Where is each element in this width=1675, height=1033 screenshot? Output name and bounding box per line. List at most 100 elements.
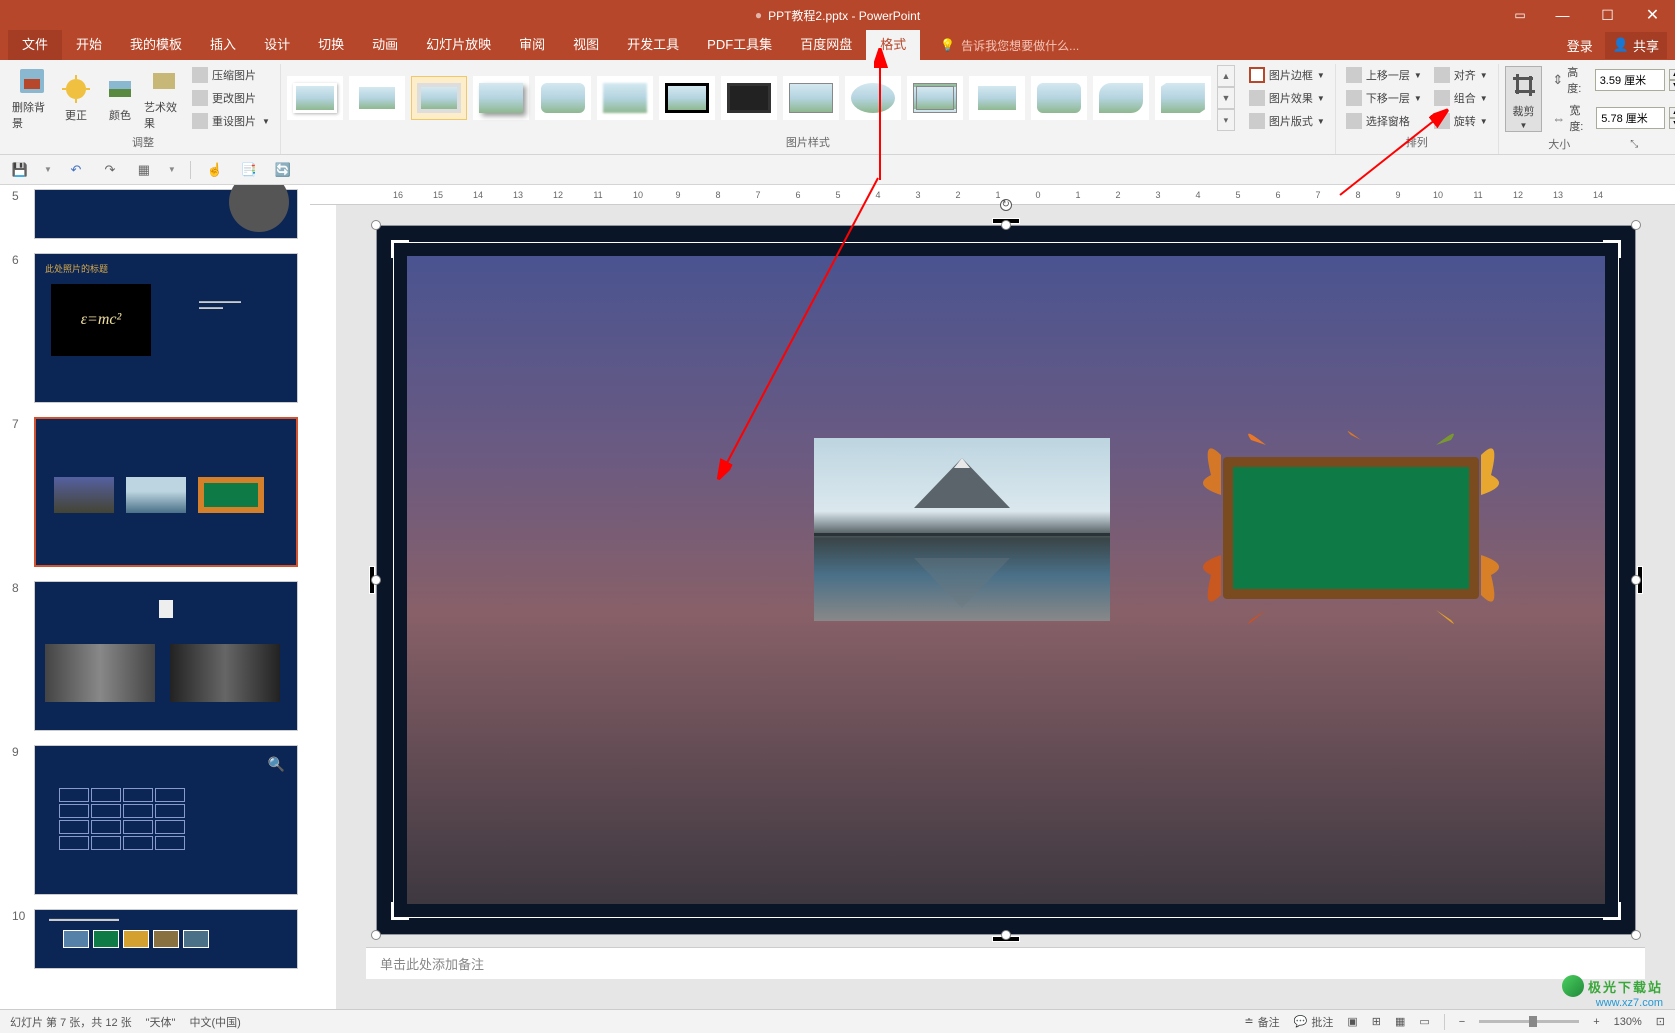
- resize-handle-tr[interactable]: [1631, 220, 1641, 230]
- reset-picture-button[interactable]: 重设图片▼: [188, 111, 274, 132]
- notes-pane[interactable]: 单击此处添加备注: [366, 947, 1645, 979]
- tab-slideshow[interactable]: 幻灯片放映: [412, 30, 505, 60]
- compress-pictures-button[interactable]: 压缩图片: [188, 65, 274, 86]
- tab-mytemplate[interactable]: 我的模板: [116, 30, 196, 60]
- tab-file[interactable]: 文件: [8, 30, 62, 60]
- tab-review[interactable]: 审阅: [505, 30, 559, 60]
- resize-handle-t[interactable]: [1001, 220, 1011, 230]
- start-from-beginning-button[interactable]: ▦: [134, 160, 154, 180]
- picture-styles-gallery[interactable]: ▲ ▼ ▾: [287, 65, 1235, 131]
- ribbon-display-options-icon[interactable]: ▭: [1500, 0, 1540, 30]
- reading-view-button[interactable]: ▦: [1395, 1015, 1405, 1028]
- tab-pdf[interactable]: PDF工具集: [693, 30, 786, 60]
- picture-mountain[interactable]: [814, 438, 1110, 621]
- slide-thumb-6[interactable]: 6 此处照片的标题 ε=mc² ▬▬▬▬▬▬▬▬▬▬▬: [12, 253, 298, 403]
- picture-effects-button[interactable]: 图片效果▼: [1245, 88, 1329, 109]
- resize-handle-br[interactable]: [1631, 930, 1641, 940]
- style-metal-frame[interactable]: [411, 76, 467, 120]
- height-spinner[interactable]: ▲▼: [1669, 69, 1675, 91]
- notes-toggle[interactable]: ≐备注: [1244, 1014, 1279, 1030]
- tab-baidu[interactable]: 百度网盘: [786, 30, 866, 60]
- crop-button[interactable]: 裁剪 ▼: [1505, 66, 1543, 132]
- tell-me-search[interactable]: 💡 告诉我您想要做什么...: [940, 37, 1079, 54]
- maximize-button[interactable]: ☐: [1585, 0, 1630, 30]
- resize-handle-r[interactable]: [1631, 575, 1641, 585]
- style-moderate-frame[interactable]: [969, 76, 1025, 120]
- tab-animations[interactable]: 动画: [358, 30, 412, 60]
- rotate-handle[interactable]: [1000, 199, 1012, 211]
- resize-handle-tl[interactable]: [371, 220, 381, 230]
- style-beveled-matte[interactable]: [349, 76, 405, 120]
- slide-thumb-7[interactable]: 7: [12, 417, 298, 567]
- height-input[interactable]: 3.59 厘米: [1595, 69, 1665, 91]
- slide-thumb-8[interactable]: 8: [12, 581, 298, 731]
- group-button[interactable]: 组合▼: [1430, 88, 1492, 109]
- width-spinner[interactable]: ▲▼: [1669, 107, 1675, 129]
- style-simple-black[interactable]: [783, 76, 839, 120]
- tab-design[interactable]: 设计: [250, 30, 304, 60]
- gallery-more[interactable]: ▾: [1217, 109, 1235, 131]
- save-button[interactable]: 💾: [10, 160, 30, 180]
- horizontal-ruler[interactable]: 1615141312111098765432101234567891011121…: [310, 185, 1675, 205]
- style-double-frame-black[interactable]: [659, 76, 715, 120]
- touch-mode-button[interactable]: ☝: [205, 160, 225, 180]
- style-snip-diagonal[interactable]: [1155, 76, 1211, 120]
- slide-thumb-5[interactable]: 5: [12, 189, 298, 239]
- tab-transitions[interactable]: 切换: [304, 30, 358, 60]
- minimize-button[interactable]: —: [1540, 0, 1585, 30]
- share-button[interactable]: 👤 共享: [1605, 32, 1667, 59]
- change-picture-button[interactable]: 更改图片: [188, 88, 274, 109]
- comments-toggle[interactable]: 💬批注: [1294, 1014, 1334, 1030]
- tab-developer[interactable]: 开发工具: [613, 30, 693, 60]
- selected-picture-crop[interactable]: [376, 225, 706, 463]
- style-beveled-oval[interactable]: [845, 76, 901, 120]
- color-button[interactable]: 颜色: [100, 65, 140, 131]
- style-soft-edge[interactable]: [597, 76, 653, 120]
- send-backward-button[interactable]: 下移一层▼: [1342, 88, 1426, 109]
- fit-to-window-button[interactable]: ⊡: [1656, 1015, 1665, 1028]
- language-indicator[interactable]: 中文(中国): [189, 1014, 240, 1030]
- style-simple-white[interactable]: [287, 76, 343, 120]
- slideshow-view-button[interactable]: ▭: [1419, 1015, 1429, 1028]
- dialog-launcher-icon[interactable]: ⤡: [1630, 139, 1638, 150]
- slide-thumb-10[interactable]: 10 ▬▬▬▬▬▬▬▬▬▬: [12, 909, 298, 969]
- corrections-button[interactable]: 更正: [56, 65, 96, 131]
- tab-view[interactable]: 视图: [559, 30, 613, 60]
- resize-handle-l[interactable]: [371, 575, 381, 585]
- resize-handle-b[interactable]: [1001, 930, 1011, 940]
- tab-format[interactable]: 格式: [866, 30, 920, 60]
- normal-view-button[interactable]: ▣: [1347, 1015, 1357, 1028]
- redo-button[interactable]: ↷: [100, 160, 120, 180]
- slide-canvas[interactable]: [376, 225, 1636, 935]
- zoom-in-button[interactable]: +: [1593, 1016, 1599, 1028]
- style-center-shadow[interactable]: [1031, 76, 1087, 120]
- zoom-out-button[interactable]: −: [1459, 1016, 1465, 1028]
- remove-background-button[interactable]: 删除背景: [12, 65, 52, 131]
- tab-insert[interactable]: 插入: [196, 30, 250, 60]
- align-button[interactable]: 对齐▼: [1430, 65, 1492, 86]
- resize-handle-bl[interactable]: [371, 930, 381, 940]
- close-button[interactable]: ✕: [1630, 0, 1675, 30]
- style-thick-matte-black[interactable]: [721, 76, 777, 120]
- qat-dropdown-icon[interactable]: ▼: [168, 165, 176, 174]
- style-reflected-rounded[interactable]: [535, 76, 591, 120]
- slide-panel[interactable]: 5 6 此处照片的标题 ε=mc² ▬▬▬▬▬▬▬▬▬▬▬ 7 8: [0, 185, 310, 1009]
- zoom-level[interactable]: 130%: [1614, 1016, 1642, 1028]
- picture-layout-button[interactable]: 图片版式▼: [1245, 111, 1329, 132]
- tab-home[interactable]: 开始: [62, 30, 116, 60]
- bring-forward-button[interactable]: 上移一层▼: [1342, 65, 1426, 86]
- gallery-scroll-down[interactable]: ▼: [1217, 87, 1235, 109]
- selection-pane-button[interactable]: 选择窗格: [1342, 111, 1426, 132]
- picture-border-button[interactable]: 图片边框▼: [1245, 65, 1329, 86]
- style-compound-frame[interactable]: [907, 76, 963, 120]
- vertical-ruler[interactable]: [310, 205, 336, 1009]
- qat-dropdown-icon[interactable]: ▼: [44, 165, 52, 174]
- gallery-scrollbar[interactable]: ▲ ▼ ▾: [1217, 65, 1235, 131]
- slide-counter[interactable]: 幻灯片 第 7 张，共 12 张: [10, 1014, 132, 1030]
- gallery-scroll-up[interactable]: ▲: [1217, 65, 1235, 87]
- picture-chalkboard[interactable]: [1191, 425, 1511, 631]
- qat-btn-3[interactable]: 🔄: [273, 160, 293, 180]
- slide-thumb-9[interactable]: 9 🔍: [12, 745, 298, 895]
- width-input[interactable]: 5.78 厘米: [1596, 107, 1665, 129]
- style-drop-shadow[interactable]: [473, 76, 529, 120]
